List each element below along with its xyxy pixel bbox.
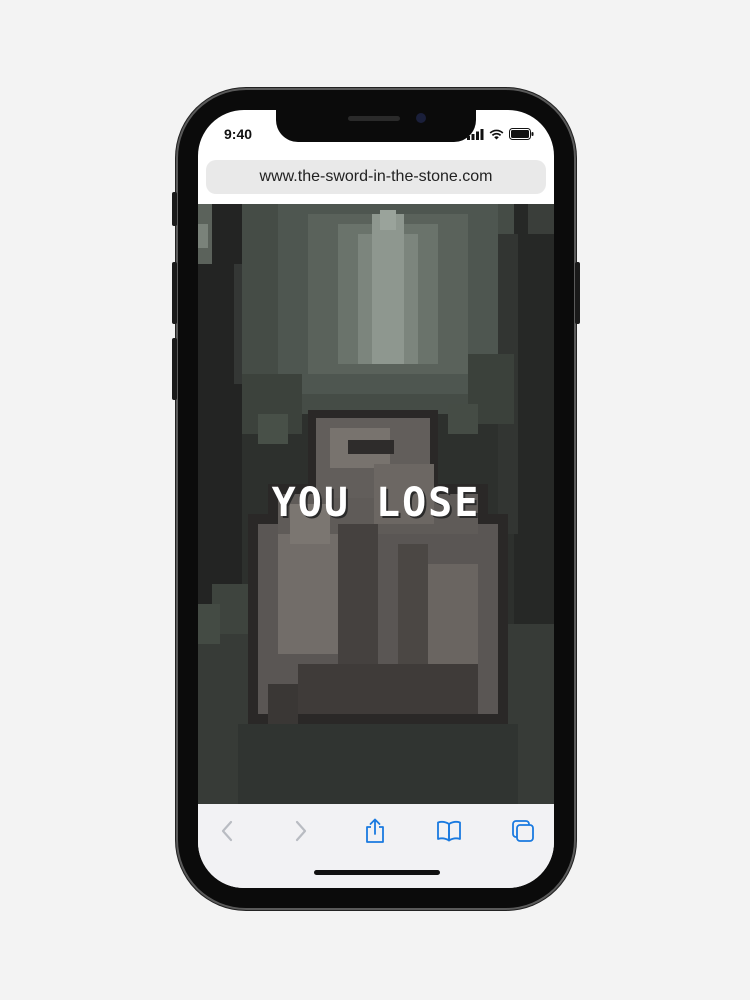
address-bar[interactable]: www.the-sword-in-the-stone.com [206, 160, 546, 194]
browser-toolbar [198, 804, 554, 888]
power-button [575, 262, 580, 324]
url-text: www.the-sword-in-the-stone.com [259, 168, 493, 185]
volume-up-button [172, 262, 177, 324]
chevron-right-icon [295, 820, 307, 842]
chevron-left-icon [221, 820, 233, 842]
front-camera [416, 113, 426, 123]
game-over-message: YOU LOSE [271, 480, 481, 526]
wifi-icon [489, 129, 504, 139]
book-icon [437, 820, 461, 842]
tabs-button[interactable] [508, 816, 538, 846]
tabs-icon [512, 820, 534, 842]
phone-screen: 9:40 www.the-sword-in-the-stone.com YOU … [198, 110, 554, 888]
cellular-signal-icon [467, 128, 484, 140]
home-indicator[interactable] [314, 870, 440, 875]
battery-icon [509, 128, 534, 140]
game-canvas[interactable]: YOU LOSE [198, 204, 554, 804]
status-icons [467, 128, 534, 140]
speaker [348, 116, 400, 121]
share-button[interactable] [360, 816, 390, 846]
share-icon [366, 818, 384, 843]
volume-down-button [172, 338, 177, 400]
notch [276, 110, 476, 142]
back-button[interactable] [212, 816, 242, 846]
bookmarks-button[interactable] [434, 816, 464, 846]
status-time: 9:40 [224, 126, 253, 142]
silent-switch [172, 192, 177, 226]
forward-button[interactable] [286, 816, 316, 846]
